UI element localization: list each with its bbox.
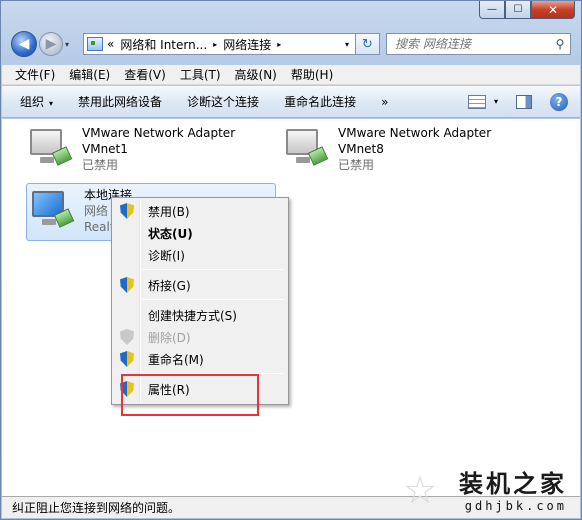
breadcrumb-network-connections[interactable]: 网络连接 [223,36,271,53]
menu-item-label: 重命名(M) [148,352,204,367]
disable-device-button[interactable]: 禁用此网络设备 [78,93,162,110]
preview-pane-icon[interactable] [516,94,532,109]
menu-item-label: 创建快捷方式(S) [148,308,237,323]
menu-advanced[interactable]: 高级(N) [228,66,284,83]
connections-list: VMware Network Adapter VMnet1 已禁用 VMware… [2,119,580,496]
address-dropdown-icon[interactable]: ▾ [339,40,355,49]
menu-separator [142,269,284,270]
breadcrumb-separator-icon[interactable]: ▸ [213,40,217,49]
arrow-right-icon: ▶ [45,36,57,52]
menu-item-delete: 删除(D) [114,326,286,348]
uac-shield-icon [120,277,134,293]
network-adapter-icon [26,125,74,169]
menu-view[interactable]: 查看(V) [117,66,173,83]
breadcrumb-separator-icon[interactable]: ▸ [277,40,281,49]
stand-shape [42,219,56,225]
adapter-device: VMnet8 [338,142,384,156]
command-bar-right: ▾ ? [467,92,568,111]
uac-shield-icon [120,203,134,219]
maximize-button[interactable]: ☐ [505,1,531,19]
watermark-url: gdhjbk.com [464,499,567,513]
more-commands-button[interactable]: » [381,95,388,109]
breadcrumb-overflow[interactable]: « [107,37,114,51]
adapter-vmnet1[interactable]: VMware Network Adapter VMnet1 已禁用 [26,125,235,173]
watermark: ☆ 装机之家 gdhjbk.com [403,464,567,513]
menu-file[interactable]: 文件(F) [8,66,62,83]
uac-shield-icon [120,329,134,345]
menu-item-rename[interactable]: 重命名(M) [114,348,286,370]
menu-item-label: 桥接(G) [148,278,191,293]
back-button[interactable]: ◀ [11,31,37,57]
refresh-button[interactable]: ↻ [356,33,380,55]
close-button[interactable]: ✕ [531,1,575,19]
arrow-left-icon: ◀ [18,36,30,52]
search-input[interactable] [387,37,550,51]
menu-bar: 文件(F) 编辑(E) 查看(V) 工具(T) 高级(N) 帮助(H) [2,65,580,85]
adapter-device: VMnet1 [82,142,128,156]
adapter-status: 已禁用 [82,158,119,172]
adapter-text: VMware Network Adapter VMnet1 已禁用 [82,125,235,173]
diagnose-connection-button[interactable]: 诊断这个连接 [187,93,259,110]
minimize-button[interactable]: — [479,1,505,19]
caption-buttons: — ☐ ✕ [479,1,575,19]
uac-shield-icon [120,351,134,367]
menu-item-label: 诊断(I) [148,248,185,263]
address-bar[interactable]: « 网络和 Intern... ▸ 网络连接 ▸ ▾ [83,33,356,55]
help-icon[interactable]: ? [550,92,568,111]
menu-edit[interactable]: 编辑(E) [62,66,117,83]
menu-tools[interactable]: 工具(T) [173,66,228,83]
search-box[interactable]: ⚲ [386,33,571,55]
view-icon[interactable] [467,94,486,109]
search-icon[interactable]: ⚲ [550,37,570,51]
menu-item-status[interactable]: 状态(U) [114,222,286,244]
command-bar: 组织 ▾ 禁用此网络设备 诊断这个连接 重命名此连接 » ▾ ? [2,86,580,118]
stand-shape [40,157,54,163]
menu-separator [142,299,284,300]
view-options[interactable]: ▾ [467,94,498,109]
menu-item-label: 状态(U) [148,226,193,241]
network-folder-icon [87,37,103,51]
adapter-name: VMware Network Adapter [338,126,492,140]
menu-item-create-shortcut[interactable]: 创建快捷方式(S) [114,304,286,326]
annotation-highlight-box [121,374,259,416]
network-adapter-icon [282,125,330,169]
menu-item-bridge[interactable]: 桥接(G) [114,274,286,296]
stand-shape [296,157,310,163]
organize-label: 组织 [20,95,45,109]
chevron-down-icon: ▾ [49,99,54,108]
menu-item-label: 禁用(B) [148,204,190,219]
watermark-title: 装机之家 [459,469,567,498]
organize-button[interactable]: 组织 ▾ [20,93,53,110]
adapter-text: VMware Network Adapter VMnet8 已禁用 [338,125,491,173]
chevron-down-icon[interactable]: ▾ [494,97,498,106]
menu-help[interactable]: 帮助(H) [284,66,340,83]
forward-button[interactable]: ▶ [39,32,63,56]
star-icon: ☆ [403,468,438,512]
rename-connection-button[interactable]: 重命名此连接 [284,93,356,110]
refresh-icon: ↻ [362,36,373,52]
recent-pages-dropdown[interactable]: ▾ [65,40,77,49]
address-row: ◀ ▶ ▾ « 网络和 Intern... ▸ 网络连接 ▸ ▾ ↻ ⚲ [11,29,571,59]
adapter-vmnet8[interactable]: VMware Network Adapter VMnet8 已禁用 [282,125,491,173]
adapter-status: 已禁用 [338,158,375,172]
menu-item-label: 删除(D) [148,330,191,345]
breadcrumb-network-internet[interactable]: 网络和 Intern... [120,36,207,53]
adapter-name: VMware Network Adapter [82,126,236,140]
explorer-window: — ☐ ✕ ◀ ▶ ▾ « 网络和 Intern... ▸ 网络连接 ▸ ▾ ↻… [0,0,582,520]
status-text: 纠正阻止您连接到网络的问题。 [12,501,181,515]
menu-item-disable[interactable]: 禁用(B) [114,200,286,222]
menu-item-diagnose[interactable]: 诊断(I) [114,244,286,266]
network-adapter-icon [28,187,76,231]
